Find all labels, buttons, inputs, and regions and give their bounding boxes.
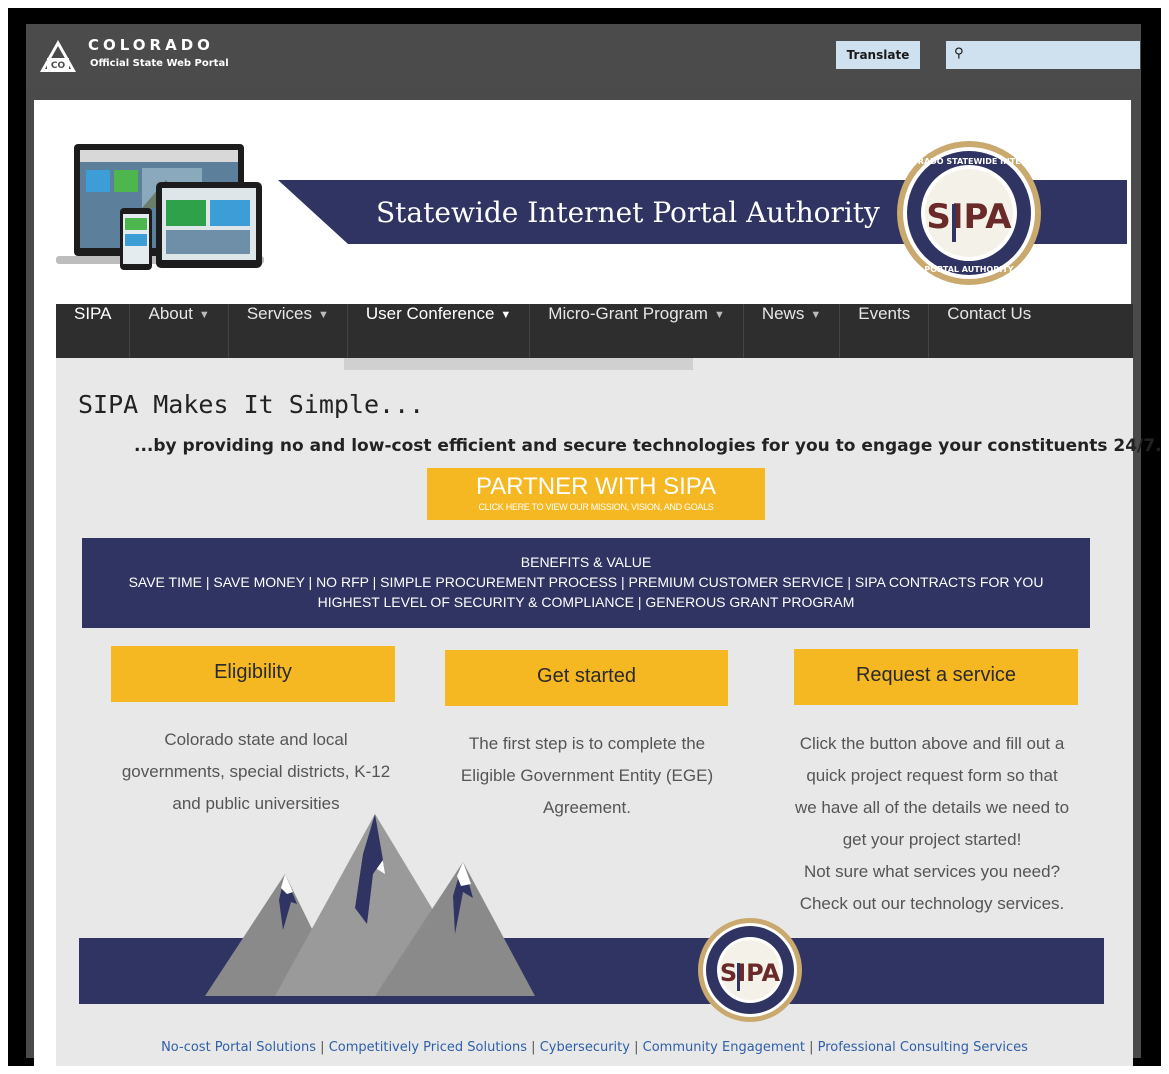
nav-item-label: User Conference <box>365 304 495 323</box>
site-title[interactable]: Statewide Internet Portal Authority <box>376 196 880 229</box>
seal-bottom-text: PORTAL AUTHORITY <box>924 265 1013 274</box>
benefits-line-1: SAVE TIME | SAVE MONEY | NO RFP | SIMPLE… <box>128 574 1044 590</box>
page-heading: SIPA Makes It Simple... <box>78 390 425 419</box>
main-nav: SIPA About ▼ Services ▼ User Conference ▼ M… <box>56 304 1133 358</box>
description-line: quick project request form so that <box>806 766 1058 785</box>
benefits-banner: BENEFITS & VALUE SAVE TIME | SAVE MONEY … <box>82 538 1090 628</box>
description-line: Eligible Government Entity (EGE) <box>460 766 714 785</box>
chevron-down-icon: ▼ <box>198 308 210 321</box>
benefits-line-2: HIGHEST LEVEL OF SECURITY & COMPLIANCE |… <box>317 594 855 610</box>
footer-link-portal-solutions[interactable]: No-cost Portal Solutions <box>161 1040 316 1055</box>
sipa-seal-footer-logo[interactable]: SIPA <box>696 916 804 1024</box>
chevron-down-icon: ▼ <box>318 308 329 321</box>
partner-title: PARTNER WITH SIPA <box>475 473 717 500</box>
nav-item-label: About <box>148 304 193 323</box>
nav-item-news[interactable]: News ▼ <box>744 304 841 358</box>
nav-item-user-conference[interactable]: User Conference ▼ <box>348 304 531 358</box>
chevron-down-icon: ▼ <box>500 308 512 321</box>
search-icon[interactable]: ⚲ <box>954 46 964 61</box>
benefits-title: BENEFITS & VALUE <box>520 554 652 570</box>
footer-separator: | <box>809 1040 814 1055</box>
nav-item-events[interactable]: Events <box>840 304 930 358</box>
footer-separator: | <box>531 1040 536 1055</box>
description-line: get your project started! <box>842 830 1022 849</box>
footer-link-consulting-services[interactable]: Professional Consulting Services <box>818 1040 1028 1055</box>
description-line: The first step is to complete the <box>468 734 706 753</box>
description-line: we have all of the details we need to <box>794 798 1070 817</box>
nav-item-about[interactable]: About ▼ <box>130 304 229 358</box>
nav-item-label: SIPA <box>74 304 112 323</box>
description-line[interactable]: Check out our technology services. <box>770 888 1094 920</box>
translate-button[interactable]: Translate <box>836 41 920 69</box>
description-line: governments, special districts, K-12 <box>121 762 391 781</box>
nav-item-services[interactable]: Services ▼ <box>229 304 348 358</box>
get-started-description: The first step is to complete the Eligib… <box>430 728 744 824</box>
chevron-down-icon: ▼ <box>810 308 822 321</box>
partner-subtitle: CLICK HERE TO VIEW OUR MISSION, VISION, … <box>478 502 714 512</box>
nav-item-sipa[interactable]: SIPA <box>56 304 131 358</box>
eligibility-button[interactable]: Eligibility <box>111 646 395 702</box>
seal-logo-text: SIPA <box>926 197 1012 237</box>
mountains-illustration <box>205 814 535 996</box>
dropdown-shadow-bar <box>344 358 693 370</box>
devices-illustration <box>56 144 264 270</box>
logo-text: CO <box>51 61 66 71</box>
footer-separator: | <box>634 1040 639 1055</box>
footer-links: No-cost Portal Solutions | Competitively… <box>56 1040 1133 1055</box>
nav-item-label: Micro-Grant Program <box>548 304 708 323</box>
colorado-mountain-logo-icon[interactable]: CO <box>38 38 78 74</box>
request-service-description: Click the button above and fill out a qu… <box>770 728 1094 920</box>
nav-item-label: Contact Us <box>947 304 1032 323</box>
get-started-button[interactable]: Get started <box>445 650 728 706</box>
description-line: Colorado state and local <box>164 730 348 749</box>
nav-item-label: Services <box>246 304 312 323</box>
nav-item-label: News <box>761 304 805 323</box>
state-portal-subtitle[interactable]: Official State Web Portal <box>90 58 229 69</box>
footer-link-community-engagement[interactable]: Community Engagement <box>643 1040 805 1055</box>
partner-with-sipa-button[interactable]: PARTNER WITH SIPA CLICK HERE TO VIEW OUR… <box>427 468 765 520</box>
seal-top-text: COLORADO STATEWIDE INTERNET <box>894 157 1044 166</box>
eligibility-description: Colorado state and local governments, sp… <box>96 724 416 820</box>
chevron-down-icon: ▼ <box>713 308 725 321</box>
footer-link-cybersecurity[interactable]: Cybersecurity <box>540 1040 630 1055</box>
nav-item-micro-grant[interactable]: Micro-Grant Program ▼ <box>530 304 744 358</box>
search-input[interactable] <box>946 41 1140 69</box>
footer-link-priced-solutions[interactable]: Competitively Priced Solutions <box>329 1040 527 1055</box>
seal-logo-text: SIPA <box>720 959 781 987</box>
description-line[interactable]: Not sure what services you need? <box>770 856 1094 888</box>
sipa-seal-logo[interactable]: SIPA COLORADO STATEWIDE INTERNET PORTAL … <box>894 138 1044 288</box>
description-line: Click the button above and fill out a <box>799 734 1065 753</box>
nav-item-contact-us[interactable]: Contact Us <box>929 304 1049 358</box>
state-name[interactable]: COLORADO <box>88 36 214 54</box>
footer-separator: | <box>320 1040 325 1055</box>
page-tagline: ...by providing no and low-cost efficien… <box>134 436 1162 456</box>
request-service-button[interactable]: Request a service <box>794 649 1078 705</box>
nav-item-label: Events <box>858 304 911 323</box>
